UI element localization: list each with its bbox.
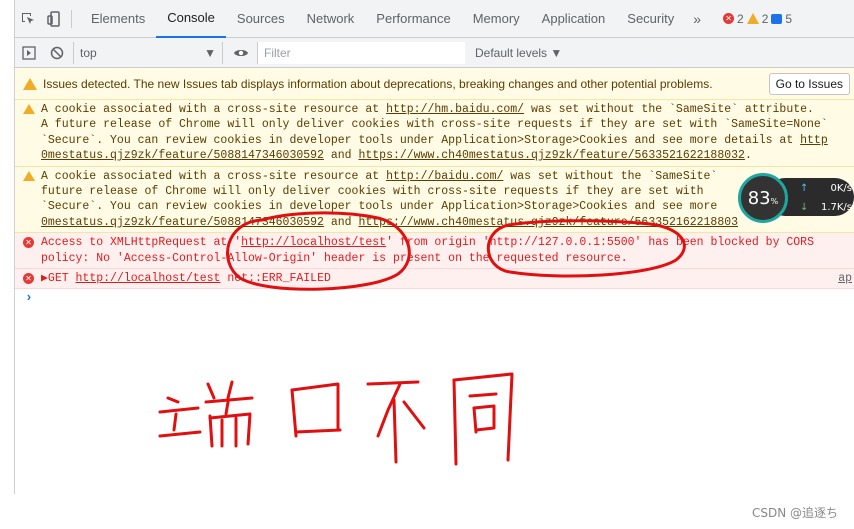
toolbar-divider xyxy=(71,9,72,28)
resource-link[interactable]: http://baidu.com/ xyxy=(386,170,503,183)
go-to-issues-button[interactable]: Go to Issues xyxy=(768,72,850,95)
watermark: CSDN @追逐ち xyxy=(751,506,838,520)
request-url-link[interactable]: http://localhost/test xyxy=(241,236,386,249)
upload-speed: ↑ 0K/s xyxy=(800,183,852,194)
sidebar-toggle-icon[interactable] xyxy=(15,38,43,68)
console-prompt[interactable]: › xyxy=(15,289,854,307)
error-count-icon: ✕ xyxy=(723,13,735,24)
log-levels-dropdown[interactable]: Default levels ▼ xyxy=(475,46,562,60)
feature-link[interactable]: 0mestatus.qjz9zk/feature/508814734603059… xyxy=(41,149,324,162)
warning-icon xyxy=(23,170,35,181)
network-speed-widget[interactable]: 83% ↑ 0K/s ↓ 1.7K/s xyxy=(736,170,854,224)
more-tabs-button[interactable]: » xyxy=(685,11,709,27)
live-expression-eye-icon[interactable] xyxy=(227,38,255,68)
issues-banner: Issues detected. The new Issues tab disp… xyxy=(15,68,854,100)
feature-link[interactable]: 0mestatus.qjz9zk/feature/508814734603059… xyxy=(41,216,324,229)
tab-elements[interactable]: Elements xyxy=(80,0,156,38)
issue-counters[interactable]: ✕ 2 2 5 xyxy=(723,12,792,26)
feature-link[interactable]: https://www.ch40mestatus.qjz9zk/feature/… xyxy=(358,216,738,229)
chevron-down-icon: ▼ xyxy=(204,45,216,60)
context-selector[interactable]: top ▼ xyxy=(73,41,223,64)
warning-count-icon xyxy=(746,13,759,24)
info-count: 5 xyxy=(785,11,793,26)
tab-security[interactable]: Security xyxy=(616,0,685,38)
warning-icon xyxy=(23,104,35,114)
request-url-link[interactable]: http://localhost/test xyxy=(76,272,221,285)
arrow-up-icon: ↑ xyxy=(800,183,809,194)
resource-link[interactable]: http://hm.baidu.com/ xyxy=(386,103,524,116)
expand-request-toggle[interactable]: ▶GET xyxy=(41,272,76,285)
tab-network[interactable]: Network xyxy=(296,0,366,38)
tab-performance[interactable]: Performance xyxy=(365,0,461,38)
console-error-message: ✕ ▶GET http://localhost/test net::ERR_FA… xyxy=(15,269,854,290)
error-icon: ✕ xyxy=(23,237,34,249)
tab-console[interactable]: Console xyxy=(156,0,226,38)
context-value: top xyxy=(80,45,97,60)
info-count-icon xyxy=(771,13,783,24)
cpu-usage-gauge: 83% xyxy=(738,173,788,223)
inspect-element-icon[interactable] xyxy=(15,0,41,38)
console-error-message: ✕ Access to XMLHttpRequest at 'http://lo… xyxy=(15,233,854,270)
filter-input[interactable] xyxy=(257,41,465,64)
error-count: 2 xyxy=(737,11,744,26)
source-location-link[interactable]: ap xyxy=(834,271,852,287)
tab-sources[interactable]: Sources xyxy=(226,0,296,38)
clear-console-icon[interactable] xyxy=(43,38,71,68)
console-warning-message: A cookie associated with a cross-site re… xyxy=(15,100,854,167)
devtools-window: Elements Console Sources Network Perform… xyxy=(14,0,854,494)
download-speed: ↓ 1.7K/s xyxy=(800,202,852,213)
devtools-tabbar: Elements Console Sources Network Perform… xyxy=(15,0,854,38)
origin-text: http://127.0.0.1:5500 xyxy=(489,236,635,250)
issues-banner-text: Issues detected. The new Issues tab disp… xyxy=(43,76,713,91)
cpu-percent: 83 xyxy=(747,187,771,209)
error-icon: ✕ xyxy=(23,273,34,285)
details-link[interactable]: http xyxy=(800,134,828,147)
warning-icon xyxy=(23,77,37,90)
arrow-down-icon: ↓ xyxy=(800,202,809,213)
console-warning-message: A cookie associated with a cross-site re… xyxy=(15,166,854,234)
tab-application[interactable]: Application xyxy=(531,0,617,38)
device-toolbar-icon[interactable] xyxy=(41,0,67,38)
console-toolbar: top ▼ Default levels ▼ xyxy=(15,38,854,68)
warning-count: 2 xyxy=(761,11,769,26)
tab-memory[interactable]: Memory xyxy=(462,0,531,38)
feature-link[interactable]: https://www.ch40mestatus.qjz9zk/feature/… xyxy=(358,149,744,162)
